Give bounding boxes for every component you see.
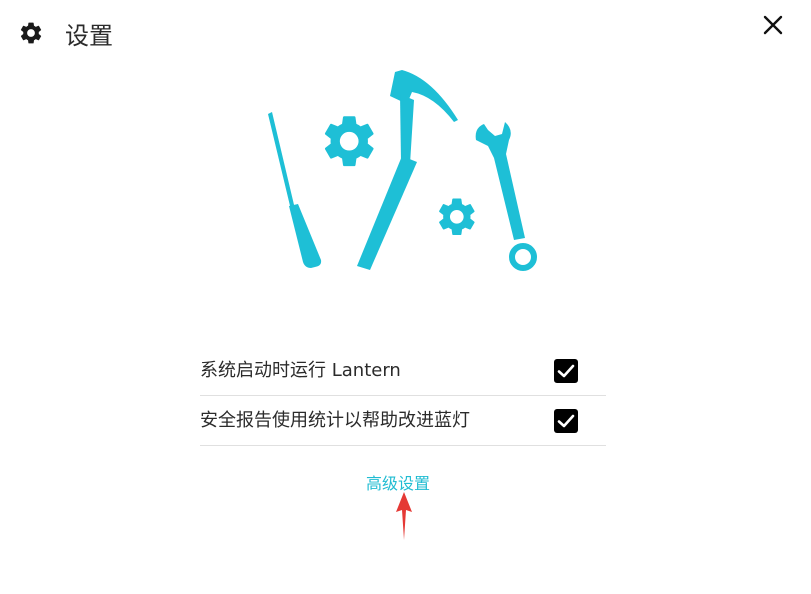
run-on-startup-checkbox[interactable] — [554, 359, 578, 383]
screwdriver-icon — [268, 112, 322, 268]
dialog-header: 设置 — [0, 0, 811, 72]
dialog-title: 设置 — [65, 22, 113, 50]
close-icon[interactable] — [758, 10, 788, 40]
settings-dialog: 设置 系统启动时运行 Lantern 安全报告使用统计以帮助改进蓝灯 高级设置 — [0, 0, 811, 594]
tools-illustration — [262, 64, 552, 276]
option-usage-stats: 安全报告使用统计以帮助改进蓝灯 — [200, 396, 606, 446]
wrench-icon — [475, 122, 537, 271]
settings-options: 系统启动时运行 Lantern 安全报告使用统计以帮助改进蓝灯 — [200, 346, 606, 446]
checkmark-icon — [557, 414, 575, 428]
hammer-icon — [357, 70, 458, 270]
usage-stats-checkbox[interactable] — [554, 409, 578, 433]
gear-icon — [18, 20, 44, 46]
option-run-on-startup: 系统启动时运行 Lantern — [200, 346, 606, 396]
checkmark-icon — [557, 364, 575, 378]
option-label: 安全报告使用统计以帮助改进蓝灯 — [200, 410, 470, 431]
gear-icon — [324, 116, 374, 167]
option-label: 系统启动时运行 Lantern — [200, 360, 401, 381]
annotation-arrow-icon — [394, 490, 414, 542]
gear-icon — [439, 198, 475, 236]
